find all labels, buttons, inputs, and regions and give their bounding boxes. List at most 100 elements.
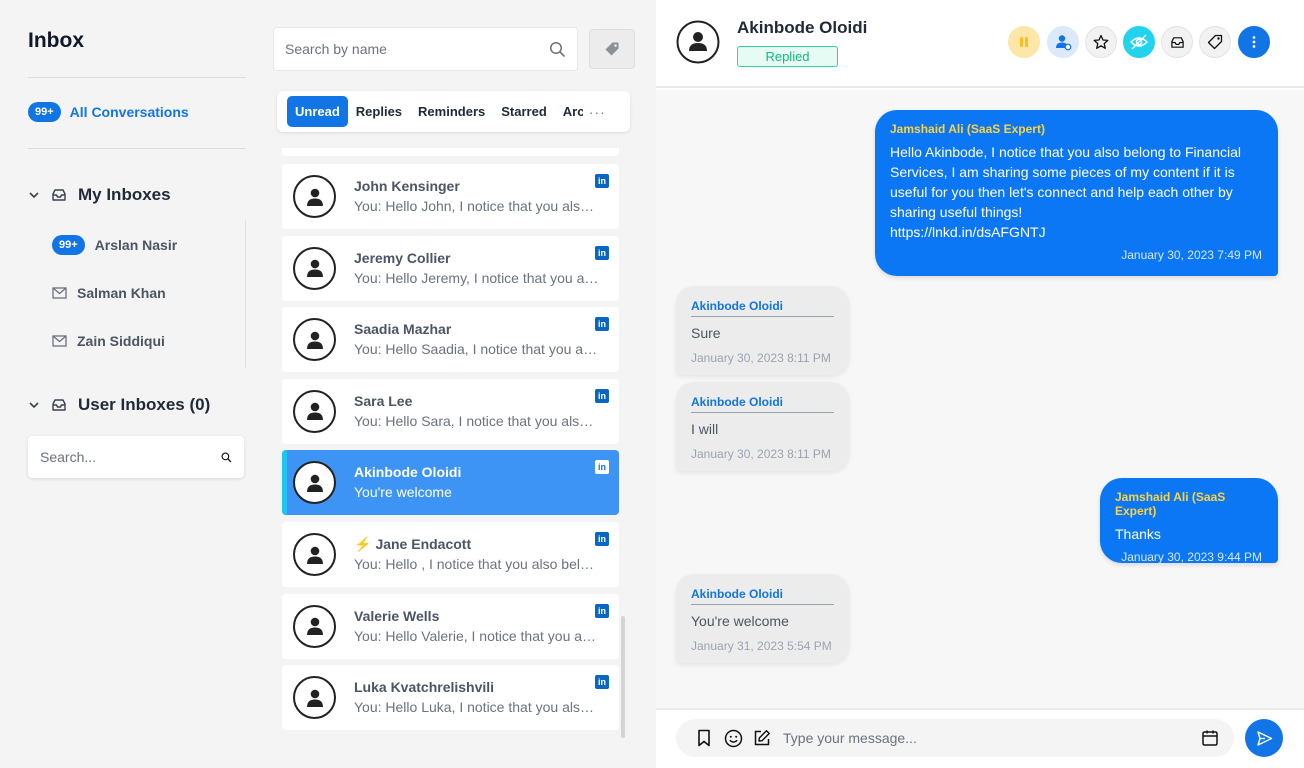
edit-icon xyxy=(754,730,770,746)
star-icon xyxy=(1093,34,1109,49)
conversation-item[interactable]: ⚡ Jane Endacott You: Hello , I notice that… xyxy=(282,522,619,587)
pause-button[interactable] xyxy=(1008,26,1040,58)
conversation-preview: You: Hello Sara, I notice that you also … xyxy=(354,412,599,429)
linkedin-icon: in xyxy=(595,317,609,332)
conversation-name-text: Jeremy Collier xyxy=(354,249,451,266)
tab-unread[interactable]: Unread xyxy=(287,96,348,127)
archive-button[interactable] xyxy=(1161,26,1193,58)
linkedin-icon: in xyxy=(595,245,609,260)
emoji-icon xyxy=(724,729,742,747)
message-text: I will xyxy=(691,421,719,437)
conversation-item[interactable]: Sara Lee You: Hello Sara, I notice that y… xyxy=(282,378,619,444)
calendar-icon xyxy=(1202,730,1218,746)
count-badge: 99+ xyxy=(28,102,61,122)
send-button[interactable] xyxy=(1245,719,1283,757)
conversation-name: Akinbode Oloidi xyxy=(354,464,461,480)
conversation-item[interactable]: Jeremy Collier You: Hello Jeremy, I notic… xyxy=(282,235,619,301)
conversation-name-text: John Kensinger xyxy=(354,178,460,194)
bookmark-button[interactable] xyxy=(694,728,714,748)
inbox-item-salman-khan[interactable]: Salman Khan xyxy=(52,285,166,301)
pause-icon xyxy=(1020,37,1028,47)
conversation-name-text: Valerie Wells xyxy=(354,607,440,624)
conversation-preview: You: Hello John, I notice that you also … xyxy=(354,198,599,214)
message-sender: Jamshaid Ali (SaaS Expert) xyxy=(890,122,1045,136)
message-outgoing: Jamshaid Ali (SaaS Expert) Thanks Januar… xyxy=(1100,478,1278,564)
assign-user-button[interactable] xyxy=(1047,26,1079,58)
chat-pane: Akinbode Oloidi Replied Jamshaid Ali (Sa… xyxy=(656,0,1304,768)
name-search-input[interactable] xyxy=(285,41,549,57)
list-scrollbar[interactable] xyxy=(621,616,625,738)
conversation-item[interactable]: Akinbode Oloidi You're welcome in xyxy=(282,450,619,516)
avatar xyxy=(293,604,336,648)
message-text: Sure xyxy=(691,325,721,341)
conversation-name: John Kensinger xyxy=(354,178,460,194)
message-text: Hello Akinbode, I notice that you also b… xyxy=(890,142,1262,242)
mail-icon xyxy=(52,287,67,299)
search-icon[interactable] xyxy=(221,450,232,465)
linkedin-icon: in xyxy=(595,603,609,618)
message-input[interactable] xyxy=(783,730,1191,746)
search-icon[interactable] xyxy=(549,41,566,58)
hide-button[interactable] xyxy=(1123,26,1155,58)
conversation-name: Jeremy Collier xyxy=(354,250,451,266)
status-badge: Replied xyxy=(737,46,838,67)
tab-replies[interactable]: Replies xyxy=(348,96,410,127)
chevron-down-icon xyxy=(29,402,39,409)
inbox-item-label: Zain Siddiqui xyxy=(77,333,165,349)
inbox-item-arslan-nasir[interactable]: 99+ Arslan Nasir xyxy=(52,235,177,255)
message-text: You're welcome xyxy=(691,613,789,629)
all-conversations-label: All Conversations xyxy=(69,104,189,120)
eye-off-icon xyxy=(1129,34,1149,50)
conversation-item[interactable]: Valerie Wells You: Hello Valerie, I notic… xyxy=(282,593,619,659)
inbox-item-zain-siddiqui[interactable]: Zain Siddiqui xyxy=(52,333,165,349)
message-sender: Akinbode Oloidi xyxy=(691,299,834,317)
bookmark-icon xyxy=(698,729,710,747)
linkedin-icon: in xyxy=(595,460,609,475)
conversation-item[interactable]: Luka Kvatchrelishvili You: Hello Luka, I … xyxy=(282,665,619,731)
avatar xyxy=(293,461,336,505)
message-outgoing: Jamshaid Ali (SaaS Expert) Hello Akinbod… xyxy=(875,110,1278,276)
avatar xyxy=(676,20,720,64)
schedule-button[interactable] xyxy=(1200,728,1220,748)
linkedin-icon: in xyxy=(595,532,609,546)
conversation-name: Luka Kvatchrelishvili xyxy=(354,679,494,695)
conversation-item[interactable]: John Kensinger You: Hello John, I notice … xyxy=(282,164,619,229)
conversation-preview: You: Hello , I notice that you also belo… xyxy=(354,556,599,572)
conversation-preview: You: Hello Valerie, I notice that you al… xyxy=(354,627,599,644)
count-badge: 99+ xyxy=(52,235,85,255)
message-sender: Akinbode Oloidi xyxy=(691,587,834,605)
message-link[interactable]: https://lnkd.in/dsAFGNTJ xyxy=(890,224,1046,240)
avatar xyxy=(293,389,336,433)
my-inboxes-toggle[interactable]: My Inboxes xyxy=(28,185,171,205)
message-time: January 30, 2023 8:11 PM xyxy=(691,351,831,365)
assign-user-icon xyxy=(1056,35,1072,51)
tab-starred[interactable]: Starred xyxy=(493,96,555,127)
chat-header: Akinbode Oloidi Replied xyxy=(656,0,1304,88)
user-inboxes-toggle[interactable]: User Inboxes (0) xyxy=(28,395,210,415)
message-text: Thanks xyxy=(1115,526,1161,542)
emoji-button[interactable] xyxy=(723,728,743,748)
more-tabs-icon[interactable]: ··· xyxy=(589,104,606,120)
tag-button[interactable] xyxy=(1199,26,1231,58)
conversation-name: ⚡ Jane Endacott xyxy=(354,536,471,553)
linkedin-icon: in xyxy=(595,174,609,188)
tree-line xyxy=(245,220,246,368)
mail-icon xyxy=(52,335,67,347)
tab-reminders[interactable]: Reminders xyxy=(410,96,493,127)
contact-name: Akinbode Oloidi xyxy=(737,18,868,37)
message-thread: Jamshaid Ali (SaaS Expert) Hello Akinbod… xyxy=(656,90,1304,708)
all-conversations-link[interactable]: 99+ All Conversations xyxy=(28,102,189,122)
linkedin-icon: in xyxy=(595,675,609,690)
more-options-button[interactable] xyxy=(1238,26,1270,58)
tag-icon xyxy=(1207,34,1223,50)
conversation-name-text: Luka Kvatchrelishvili xyxy=(354,679,495,696)
user-inbox-search-input[interactable] xyxy=(40,449,221,465)
star-button[interactable] xyxy=(1085,26,1117,58)
tag-filter-button[interactable] xyxy=(589,29,635,69)
conversation-item[interactable]: Saadia Mazhar You: Hello Saadia, I notice… xyxy=(282,307,619,373)
template-button[interactable] xyxy=(752,728,772,748)
message-composer xyxy=(676,719,1234,757)
page-title: Inbox xyxy=(28,29,84,52)
tab-archived[interactable]: Arch xyxy=(555,96,583,127)
divider xyxy=(656,708,1304,710)
